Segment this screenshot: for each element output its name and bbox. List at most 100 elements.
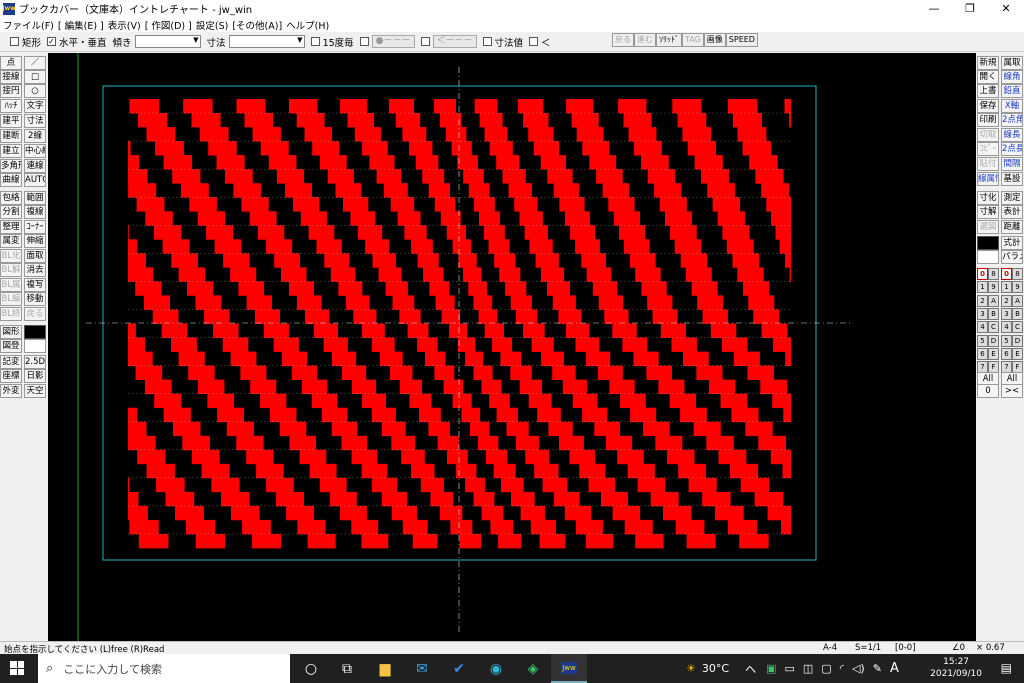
right-cmd-6-0[interactable]: ｺﾋﾟｰ [977, 142, 999, 156]
layer-button-0-2[interactable]: 0 [1001, 268, 1012, 280]
weather-icon[interactable]: ☀ [686, 662, 696, 675]
left-cmd-19-0[interactable]: 図登 [0, 339, 22, 353]
pen-icon[interactable]: ✎ [873, 662, 882, 675]
tilt-select[interactable] [134, 35, 201, 48]
layer-button-0-0[interactable]: 0 [977, 268, 988, 280]
right-cmd-5-0[interactable]: 切取 [977, 128, 999, 142]
left-cmd-8-0[interactable]: 曲線 [0, 173, 22, 187]
forward-button[interactable]: 進む [634, 33, 656, 47]
status-scale[interactable]: S=1/1 [855, 643, 881, 653]
jww-taskbar-icon[interactable]: Jww [551, 654, 587, 683]
left-cmd-15-0[interactable]: BL属 [0, 278, 22, 292]
task-view-icon[interactable]: ⧉ [329, 654, 365, 683]
right-cmd-11-0[interactable]: 選図 [977, 220, 999, 234]
layer-button-3-2[interactable]: 3 [1001, 307, 1012, 320]
weather-temp[interactable]: 30°C [702, 662, 729, 675]
left-cmd-19-1[interactable] [24, 339, 46, 353]
left-cmd-7-0[interactable]: 多角形 [0, 159, 22, 173]
left-cmd-12-1[interactable]: 伸縮 [24, 234, 46, 248]
left-cmd-22-0[interactable]: 外変 [0, 384, 22, 398]
xbox-icon[interactable]: ◈ [515, 654, 551, 683]
left-cmd-4-1[interactable]: 寸法 [24, 114, 46, 128]
right-cmd-12-1[interactable]: 式計 [1001, 236, 1023, 250]
layer-button-5-1[interactable]: D [988, 334, 999, 347]
layer-toggle[interactable]: >< [1001, 384, 1023, 398]
menu-edit[interactable]: [ 編集(E) ] [58, 18, 104, 32]
tray-chevron-icon[interactable]: ヘ [745, 661, 756, 677]
menu-draw[interactable]: [ 作図(D) ] [145, 18, 192, 32]
left-cmd-2-0[interactable]: 接円 [0, 84, 22, 98]
status-layer[interactable]: [0-0] [895, 643, 916, 653]
right-cmd-12-0[interactable] [977, 236, 999, 250]
right-cmd-3-0[interactable]: 保存 [977, 99, 999, 113]
layer-button-2-1[interactable]: A [988, 294, 999, 307]
left-cmd-17-0[interactable]: BL終 [0, 307, 22, 321]
left-cmd-5-0[interactable]: 建断 [0, 129, 22, 143]
layer-button-1-3[interactable]: 9 [1012, 281, 1023, 294]
layer-button-0-1[interactable]: 8 [988, 268, 999, 280]
layer-button-2-0[interactable]: 2 [977, 294, 988, 307]
left-cmd-0-0[interactable]: 点 [0, 56, 22, 70]
taskbar-search[interactable]: ⌕ ここに入力して検索 [38, 654, 290, 683]
left-cmd-13-0[interactable]: BL化 [0, 249, 22, 263]
layer-button-4-0[interactable]: 4 [977, 321, 988, 334]
ime-indicator[interactable]: A [890, 661, 899, 676]
file-explorer-icon[interactable]: ▆ [367, 654, 403, 683]
left-cmd-20-1[interactable]: 2.5D [24, 355, 46, 369]
left-cmd-10-1[interactable]: 複線 [24, 205, 46, 219]
deg15-checkbox[interactable] [310, 37, 320, 46]
layer-button-6-2[interactable]: 6 [1001, 347, 1012, 360]
arrow-field[interactable]: ＜－－－ [432, 35, 477, 48]
right-cmd-4-0[interactable]: 印刷 [977, 113, 999, 127]
left-cmd-3-0[interactable]: ﾊｯﾁ [0, 99, 22, 113]
lt-checkbox[interactable] [529, 37, 539, 46]
left-cmd-14-0[interactable]: BL解 [0, 263, 22, 277]
layer-zero[interactable]: 0 [977, 384, 999, 398]
edge-icon[interactable]: ◉ [478, 654, 514, 683]
circle-checkbox[interactable] [359, 37, 369, 46]
taskbar-clock[interactable]: 15:27 2021/09/10 [930, 656, 982, 680]
menu-settings[interactable]: 設定(S) [196, 18, 228, 32]
image-button[interactable]: 画像 [703, 33, 726, 47]
left-cmd-13-1[interactable]: 面取 [24, 249, 46, 263]
drawing-canvas[interactable] [48, 53, 976, 641]
right-cmd-7-0[interactable]: 貼付 [977, 157, 999, 171]
left-cmd-5-1[interactable]: 2線 [24, 129, 46, 143]
left-cmd-21-1[interactable]: 日影 [24, 369, 46, 383]
layer-button-4-2[interactable]: 4 [1001, 321, 1012, 334]
left-cmd-15-1[interactable]: 複写 [24, 278, 46, 292]
wifi-icon[interactable]: ◜ [840, 662, 844, 675]
right-cmd-0-0[interactable]: 新規 [977, 56, 999, 70]
left-cmd-17-1[interactable]: 戻る [24, 307, 46, 321]
layer-button-6-0[interactable]: 6 [977, 347, 988, 360]
right-cmd-6-1[interactable]: 2点長 [1001, 142, 1023, 156]
dimval-checkbox[interactable] [482, 37, 492, 46]
right-cmd-13-1[interactable]: パラメ [1001, 250, 1023, 264]
left-cmd-1-0[interactable]: 接線 [0, 70, 22, 84]
left-cmd-11-0[interactable]: 整理 [0, 220, 22, 234]
right-cmd-7-1[interactable]: 間隔 [1001, 157, 1023, 171]
rect-checkbox[interactable] [10, 37, 19, 46]
menu-help[interactable]: ヘルプ(H) [286, 18, 329, 32]
left-cmd-14-1[interactable]: 消去 [24, 263, 46, 277]
status-paper[interactable]: A-4 [823, 643, 837, 653]
left-cmd-3-1[interactable]: 文字 [24, 99, 46, 113]
cortana-icon[interactable]: ○ [293, 654, 329, 683]
menu-file[interactable]: ファイル(F) [3, 18, 54, 32]
volume-icon[interactable]: ◁) [852, 662, 865, 675]
mail-icon[interactable]: ✉ [404, 654, 440, 683]
layer-button-5-3[interactable]: D [1012, 334, 1023, 347]
right-cmd-8-1[interactable]: 基設 [1001, 172, 1023, 186]
right-cmd-8-0[interactable]: 線属性 [977, 172, 999, 186]
left-cmd-11-1[interactable]: ｺｰﾅｰ [24, 220, 46, 234]
right-cmd-2-1[interactable]: 鉛直 [1001, 84, 1023, 98]
arrow-checkbox[interactable] [420, 37, 430, 46]
back-button[interactable]: 戻る [612, 33, 634, 47]
right-cmd-5-1[interactable]: 線長 [1001, 128, 1023, 142]
solid-button[interactable]: ｿﾘｯﾄﾞ [656, 33, 682, 47]
left-cmd-22-1[interactable]: 天空 [24, 384, 46, 398]
left-cmd-6-1[interactable]: 中心線 [24, 144, 46, 158]
maximize-button[interactable]: ❐ [952, 0, 988, 17]
layer-button-2-3[interactable]: A [1012, 294, 1023, 307]
left-cmd-4-0[interactable]: 建平 [0, 114, 22, 128]
